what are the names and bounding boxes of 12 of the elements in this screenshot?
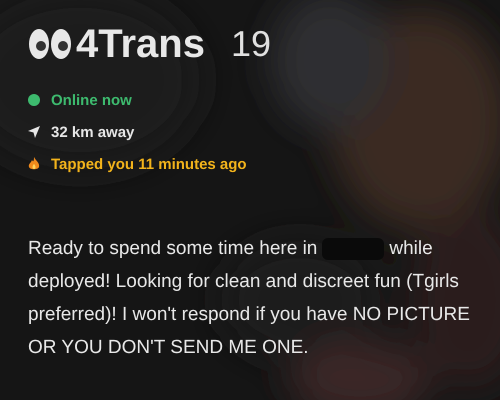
status-text: 32 km away — [51, 124, 134, 140]
location-arrow-icon — [28, 126, 40, 138]
profile-name: 4Trans — [76, 22, 205, 66]
bio-text: deployed! Looking for clean and discreet fun (Tgirls preferred)! I won't respond if you have NO PICTURE OR YOU DON'T SEND ME ONE. — [28, 270, 471, 360]
bio-text: Ready to spend some time here in — [28, 237, 318, 261]
eyes-icon — [28, 27, 72, 61]
online-dot-icon — [28, 94, 40, 106]
bio-text: while — [389, 237, 433, 261]
status-text: Tapped you 11 minutes ago — [51, 156, 247, 172]
status-text: Online now — [51, 92, 132, 108]
flame-icon — [28, 157, 40, 171]
profile-age: 19 — [230, 23, 272, 65]
